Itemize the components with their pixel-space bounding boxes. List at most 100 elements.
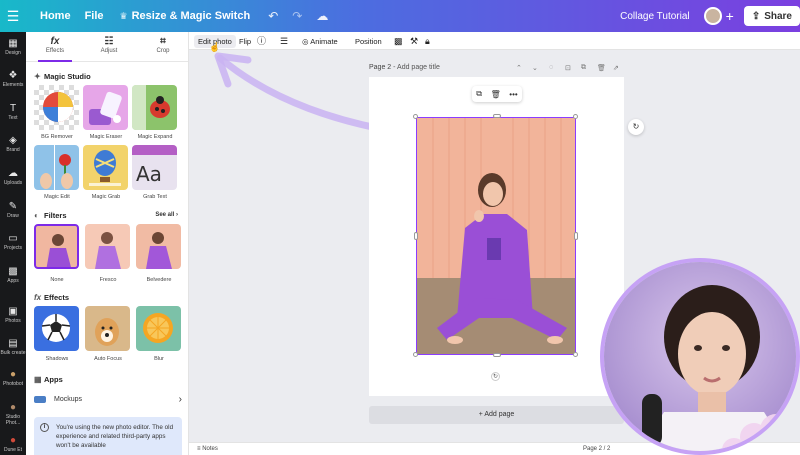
delete-page-icon[interactable]: 🗑︎ [597, 64, 606, 72]
filter-fresco-thumb[interactable] [85, 224, 130, 269]
photos-icon: ▣ [8, 306, 18, 317]
rail-item-apps[interactable]: ▩ Apps [0, 266, 26, 284]
portrait-icon [146, 232, 172, 269]
tab-crop[interactable]: ⌗ Crop [136, 36, 188, 54]
rail-item-photos[interactable]: ▣ Photos [0, 306, 26, 324]
crop-icon: ⌗ [160, 36, 166, 47]
cloud-save-icon[interactable]: ☁ [316, 9, 328, 23]
magic-expand-thumb[interactable] [132, 85, 177, 130]
filter-none-thumb[interactable] [34, 224, 79, 269]
add-page-icon[interactable]: ⇗ [613, 64, 619, 72]
effect-auto-focus-thumb[interactable] [85, 306, 130, 351]
filter-belvedere-thumb[interactable] [136, 224, 181, 269]
notes-button[interactable]: ≡ Notes [197, 446, 218, 452]
page-title-input[interactable]: Add page title [397, 64, 440, 71]
chevron-right-icon: › [178, 393, 182, 405]
notice-text: You're using the new photo editor. The o… [56, 424, 174, 449]
resize-handle-bottom[interactable] [493, 353, 501, 357]
document-title[interactable]: Collage Tutorial [620, 11, 689, 22]
rail-item-elements[interactable]: ❖ Elements [0, 70, 26, 88]
beach-ball-icon [43, 92, 73, 122]
studio-photo-icon: ● [9, 402, 17, 413]
delete-icon[interactable]: 🗑︎ [491, 90, 501, 99]
rail-item-dune[interactable]: ● Dune Et [0, 435, 26, 453]
soccer-ball-icon [41, 314, 71, 342]
grab-text-thumb[interactable]: Aa [132, 145, 177, 190]
mockups-app-row[interactable]: Mockups › [34, 392, 182, 406]
flower-icon [40, 145, 73, 190]
menu-icon[interactable]: ☰ [0, 8, 26, 25]
share-button[interactable]: ⇪ Share [743, 6, 800, 26]
element-floating-toolbar: ⧉ 🗑︎ ••• [472, 86, 522, 102]
rail-item-bulk-create[interactable]: ▤ Bulk create [0, 338, 26, 356]
resize-handle-left[interactable] [414, 232, 418, 240]
magic-grab-thumb[interactable] [83, 145, 128, 190]
bg-remover-label: BG Remover [41, 134, 73, 140]
woman-portrait-photo [417, 118, 575, 354]
side-panel: fx Effects ☷ Adjust ⌗ Crop ✦ Magic Studio BG… [26, 32, 189, 455]
rail-item-projects[interactable]: ▭ Projects [0, 233, 26, 251]
add-page-button[interactable]: + Add page [369, 406, 624, 424]
dog-icon [95, 318, 119, 346]
portrait-icon [95, 232, 121, 269]
resize-handle-bottom-right[interactable] [573, 352, 578, 357]
filters-heading: ◐ Filters [34, 211, 67, 220]
lock-page-icon[interactable]: ⊡ [565, 64, 571, 72]
add-collaborator-icon[interactable]: + [726, 8, 734, 24]
chevron-down-icon[interactable]: ⌄ [532, 64, 538, 72]
resize-handle-top[interactable] [493, 114, 501, 118]
more-icon[interactable]: ••• [509, 90, 517, 99]
rotate-handle-icon[interactable]: ↻ [491, 372, 500, 381]
grab-text-label: Grab Text [143, 194, 167, 200]
fx-icon: fx [50, 36, 60, 47]
rail-item-draw[interactable]: ✎ Draw [0, 201, 26, 219]
effect-blur-thumb[interactable] [136, 306, 181, 351]
bg-remover-thumb[interactable] [34, 85, 79, 130]
undo-icon[interactable]: ↶ [268, 9, 278, 23]
crown-icon: ♛ [119, 10, 128, 21]
magic-eraser-label: Magic Eraser [89, 134, 123, 140]
filters-icon: ◐ [34, 211, 39, 220]
rail-item-brand[interactable]: ◈ Brand [0, 135, 26, 153]
duplicate-page-icon[interactable]: ⧉ [581, 64, 586, 72]
tab-adjust[interactable]: ☷ Adjust [82, 36, 136, 54]
apps-grid-icon: ▦ [34, 375, 42, 384]
copy-icon[interactable]: ⧉ [476, 89, 482, 99]
avatar[interactable] [703, 7, 722, 25]
adjust-icon: ☷ [104, 36, 114, 47]
orange-slice-icon [143, 313, 173, 343]
upload-icon: ☁ [8, 168, 18, 179]
tab-effects[interactable]: fx Effects [28, 36, 82, 62]
panel-tabs: fx Effects ☷ Adjust ⌗ Crop [26, 32, 188, 62]
magic-edit-thumb[interactable] [34, 145, 79, 190]
effect-shadows-thumb[interactable] [34, 306, 79, 351]
page-count[interactable]: Page 2 / 2 [583, 446, 610, 452]
refresh-icon[interactable]: ↻ [628, 119, 644, 135]
info-icon: i [40, 423, 49, 432]
elements-icon: ❖ [8, 70, 18, 81]
redo-icon[interactable]: ↷ [292, 9, 302, 23]
hide-page-icon[interactable]: ◌ [549, 64, 553, 71]
resize-handle-top-left[interactable] [413, 114, 418, 119]
notes-icon: ≡ [197, 446, 201, 452]
mockups-label: Mockups [54, 395, 83, 403]
magic-edit-label: Magic Edit [44, 194, 70, 200]
resize-handle-top-right[interactable] [573, 114, 578, 119]
selected-photo[interactable] [416, 117, 576, 355]
rail-item-studio-photo[interactable]: ● Studio Phot... [0, 402, 26, 426]
magic-grab-label: Magic Grab [91, 194, 121, 200]
rail-item-uploads[interactable]: ☁ Uploads [0, 168, 26, 186]
photo-editor-notice: i You're using the new photo editor. The… [34, 417, 182, 455]
rail-item-design[interactable]: ▦ Design [0, 38, 26, 56]
chevron-up-icon[interactable]: ⌃ [516, 64, 522, 72]
magic-eraser-thumb[interactable] [83, 85, 128, 130]
file-menu[interactable]: File [85, 10, 104, 22]
resize-handle-right[interactable] [574, 232, 578, 240]
rail-item-photobot[interactable]: ● Photobot [0, 369, 26, 387]
resize-button[interactable]: Resize & Magic Switch [132, 10, 251, 22]
rail-item-text[interactable]: T Text [0, 103, 26, 121]
home-button[interactable]: Home [40, 10, 71, 22]
text-icon: T [9, 103, 17, 114]
resize-handle-bottom-left[interactable] [413, 352, 418, 357]
filters-see-all-link[interactable]: See all › [155, 212, 178, 218]
